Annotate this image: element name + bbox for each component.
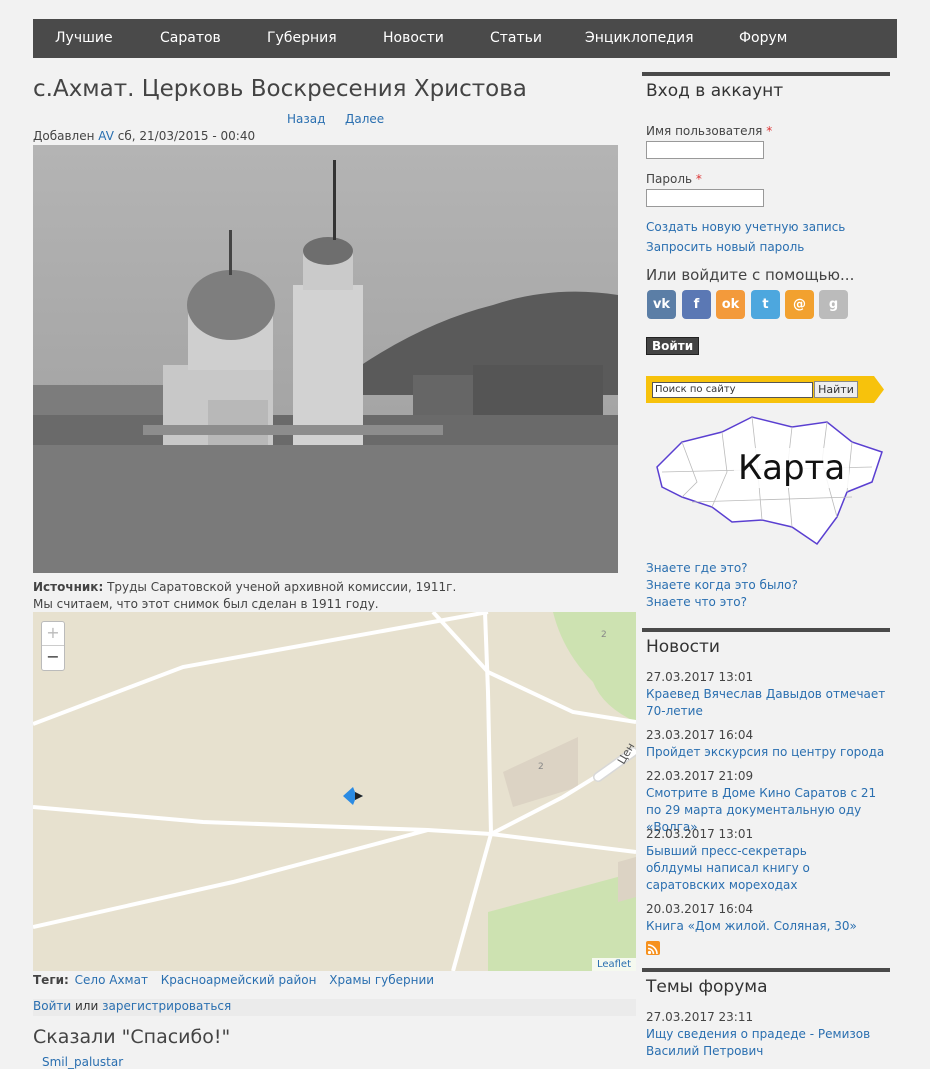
nav-item-articles[interactable]: Статьи bbox=[490, 30, 542, 46]
quiz-where-link[interactable]: Знаете где это? bbox=[646, 561, 748, 575]
comment-login-line: Войти или зарегистрироваться bbox=[33, 999, 636, 1016]
zoom-in-button[interactable]: + bbox=[42, 622, 64, 646]
odnoklassniki-icon[interactable]: ok bbox=[716, 290, 745, 319]
tags-row: Теги: Село Ахмат Красноармейский район Х… bbox=[33, 973, 434, 987]
rss-glyph bbox=[647, 944, 658, 955]
news-date: 22.03.2017 13:01 bbox=[646, 827, 754, 841]
thanks-user-link[interactable]: Smil_palustar bbox=[42, 1055, 123, 1069]
facebook-icon[interactable]: f bbox=[682, 290, 711, 319]
nav-item-news[interactable]: Новости bbox=[383, 30, 444, 46]
photo-source: Источник: Труды Саратовской ученой архив… bbox=[33, 579, 456, 613]
password-label-text: Пароль bbox=[646, 172, 693, 186]
main-nav: Лучшие Саратов Губерния Новости Статьи Э… bbox=[33, 19, 897, 58]
username-input[interactable] bbox=[646, 141, 764, 159]
quiz-when-link[interactable]: Знаете когда это было? bbox=[646, 578, 798, 592]
password-label: Пароль * bbox=[646, 172, 702, 186]
or-text: или bbox=[75, 999, 99, 1013]
login-block-title: Вход в аккаунт bbox=[642, 72, 890, 101]
zoom-control: + − bbox=[41, 621, 65, 671]
nav-item-saratov[interactable]: Саратов bbox=[160, 30, 221, 46]
nav-item-forum[interactable]: Форум bbox=[739, 30, 787, 46]
news-date: 23.03.2017 16:04 bbox=[646, 728, 754, 742]
required-mark: * bbox=[766, 124, 773, 138]
username-label: Имя пользователя * bbox=[646, 124, 772, 138]
back-link[interactable]: Назад bbox=[287, 112, 325, 126]
login-link[interactable]: Войти bbox=[33, 999, 71, 1013]
password-input[interactable] bbox=[646, 189, 764, 207]
dating-note: Мы считаем, что этот снимок был сделан в… bbox=[33, 597, 379, 611]
or-login-with: Или войдите с помощью... bbox=[646, 266, 855, 284]
building-label-2: 2 bbox=[538, 762, 544, 772]
next-link[interactable]: Далее bbox=[345, 112, 384, 126]
page-title: с.Ахмат. Церковь Воскресения Христова bbox=[33, 76, 527, 102]
register-link[interactable]: зарегистрироваться bbox=[102, 999, 231, 1013]
forum-date: 27.03.2017 23:11 bbox=[646, 1010, 754, 1024]
location-map[interactable]: 2 2 Цен + − Leaflet bbox=[33, 612, 636, 971]
tags-label: Теги: bbox=[33, 973, 69, 987]
required-mark: * bbox=[695, 172, 702, 186]
forum-title: Темы форума bbox=[646, 977, 768, 997]
search-button[interactable]: Найти bbox=[814, 381, 858, 398]
news-title: Новости bbox=[646, 637, 720, 657]
vk-icon[interactable]: vk bbox=[647, 290, 676, 319]
forum-topic-link[interactable]: Ищу сведения о прадеде - Ремизов Василий… bbox=[646, 1026, 876, 1060]
news-date: 22.03.2017 21:09 bbox=[646, 769, 754, 783]
request-password-link[interactable]: Запросить новый пароль bbox=[646, 240, 804, 254]
church-photo[interactable] bbox=[33, 145, 618, 573]
author-link[interactable]: AV bbox=[98, 129, 114, 143]
login-button[interactable]: Войти bbox=[646, 337, 700, 355]
nav-item-best[interactable]: Лучшие bbox=[55, 30, 113, 46]
source-label: Источник: bbox=[33, 580, 104, 594]
username-label-text: Имя пользователя bbox=[646, 124, 763, 138]
create-account-link[interactable]: Создать новую учетную запись bbox=[646, 220, 845, 234]
quiz-what-link[interactable]: Знаете что это? bbox=[646, 595, 747, 609]
zoom-out-button[interactable]: − bbox=[42, 646, 64, 669]
church-photo-drawing bbox=[33, 145, 618, 573]
news-link[interactable]: Бывший пресс-секретарь облдумы написал к… bbox=[646, 843, 866, 894]
added-prefix: Добавлен bbox=[33, 129, 95, 143]
google-icon[interactable]: g bbox=[819, 290, 848, 319]
added-date: сб, 21/03/2015 - 00:40 bbox=[117, 129, 256, 143]
news-link[interactable]: Пройдет экскурсия по центру города bbox=[646, 744, 890, 761]
login-title: Вход в аккаунт bbox=[646, 81, 784, 101]
twitter-icon[interactable]: t bbox=[751, 290, 780, 319]
tag-link[interactable]: Красноармейский район bbox=[161, 973, 317, 987]
submitted-info: Добавлен AV сб, 21/03/2015 - 00:40 bbox=[33, 129, 255, 143]
forum-block-title: Темы форума bbox=[642, 968, 890, 997]
source-text: Труды Саратовской ученой архивной комисс… bbox=[107, 580, 457, 594]
news-link[interactable]: Краевед Вячеслав Давыдов отмечает 70-лет… bbox=[646, 686, 890, 720]
mailru-icon[interactable]: @ bbox=[785, 290, 814, 319]
region-map-label: Карта bbox=[734, 448, 850, 488]
building-label-1: 2 bbox=[601, 630, 607, 640]
nav-item-province[interactable]: Губерния bbox=[267, 30, 337, 46]
tag-link[interactable]: Храмы губернии bbox=[329, 973, 434, 987]
map-tiles bbox=[33, 612, 636, 971]
news-block-title: Новости bbox=[642, 628, 890, 657]
search-input[interactable]: Поиск по сайту bbox=[652, 382, 813, 398]
thanks-title: Сказали "Спасибо!" bbox=[33, 1026, 231, 1048]
tag-link[interactable]: Село Ахмат bbox=[75, 973, 148, 987]
leaflet-attribution[interactable]: Leaflet bbox=[591, 958, 636, 971]
news-date: 27.03.2017 13:01 bbox=[646, 670, 754, 684]
region-map-link[interactable]: Карта bbox=[652, 412, 884, 546]
nav-item-encyclopedia[interactable]: Энциклопедия bbox=[585, 30, 694, 46]
news-link[interactable]: Книга «Дом жилой. Соляная, 30» bbox=[646, 918, 890, 935]
rss-icon[interactable] bbox=[646, 941, 660, 955]
news-date: 20.03.2017 16:04 bbox=[646, 902, 754, 916]
